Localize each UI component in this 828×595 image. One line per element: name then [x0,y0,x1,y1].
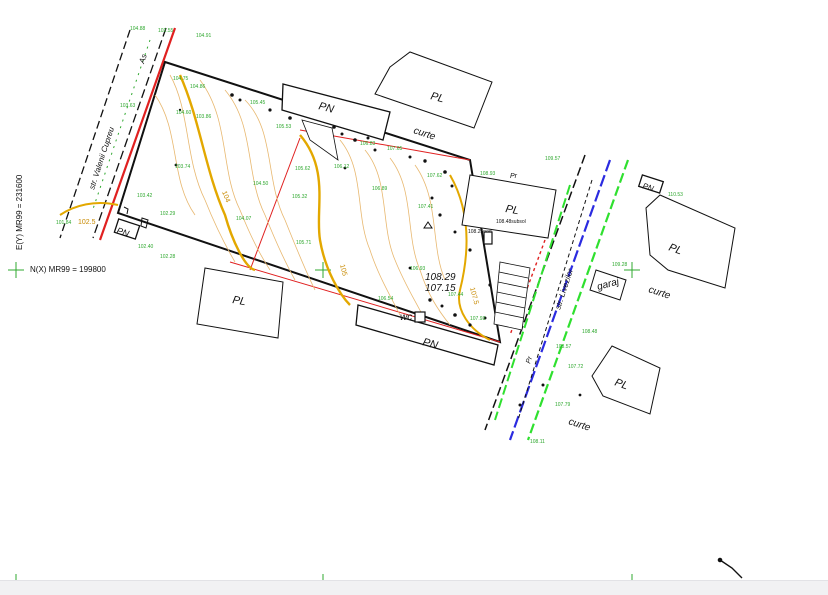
contour-label-105: 105 [338,264,348,277]
spot-height: 108.57 [556,344,572,350]
spot-height: 105.45 [250,100,266,106]
spot-height: 103.74 [175,164,191,170]
contour-label-102-5: 102.5 [78,219,96,226]
spot-height: 104.91 [196,33,212,39]
curte-label-bottom: curte [567,416,592,433]
spot-height: 104.75 [173,76,189,82]
spot-height: 108.93 [480,171,496,177]
bottom-status-bar [0,580,828,595]
spot-height: 105.71 [296,240,312,246]
spot-height: 109.57 [545,156,561,162]
coordinate-y-label: E(Y) MR99 = 231600 [15,174,24,250]
spot-height: 105.53 [276,124,292,130]
spot-height: 104.60 [176,110,192,116]
spot-heights: 104.91 104.88 104.75 103.63 102.55 104.8… [56,26,683,445]
spot-height: 102.40 [138,244,154,250]
spot-height: 102.55 [158,28,174,34]
spot-height: 102.29 [160,211,176,217]
spot-height: 107.93 [470,316,486,322]
spot-height: 104.07 [236,216,252,222]
spot-height: 105.62 [295,166,311,172]
wc-label: wc [400,312,412,323]
building-label-pl-main: PL [504,203,519,217]
left-street-lines [59,27,177,241]
coordinate-x-label: N(X) MR99 = 199800 [30,265,106,274]
right-street-label: str. Livezilor [553,267,575,310]
pn-label-bottom: PN [421,336,439,352]
curte-label-right: curte [647,284,672,301]
building-label-pl-left: PL [231,294,246,308]
spot-height: 106.54 [378,296,394,302]
spot-height: 110.53 [668,192,683,198]
spot-height: 105.32 [292,194,308,200]
spot-height: 106.93 [410,266,426,272]
spot-height: 106.12 [334,164,350,170]
spot-height: 106.83 [360,141,376,147]
spot-height: 107.65 [387,146,403,152]
spot-height: 104.88 [130,26,146,32]
spot-height: 103.63 [120,103,136,109]
curte-label-top: curte [412,125,437,142]
spot-height: 104.86 [190,84,206,90]
grid-crosshairs [8,262,640,586]
spot-height: 106.89 [372,186,388,192]
spot-height: 109.28 [612,262,628,268]
spot-height: 101.84 [56,220,72,226]
wc-building [414,311,426,323]
elevation-top: 108.29 [425,272,456,283]
spot-height: 102.28 [160,254,176,260]
topographic-site-plan: E(Y) MR99 = 231600 N(X) MR99 = 199800 st… [8,26,743,586]
spot-height: 108.11 [530,439,545,445]
left-street-label: str. Valenii Cupreu [87,125,116,190]
vegetation-dots [174,93,582,407]
pr-label-upper: Pr [510,173,518,180]
spot-height: 107.44 [448,292,464,298]
spot-height: 103.42 [137,193,153,199]
as-label: As [137,53,149,66]
spot-height: 107.79 [555,402,571,408]
spot-height: 107.62 [427,173,443,179]
spot-height: 104.50 [253,181,269,187]
spot-height: 108.48 [582,329,598,335]
spot-height: 107.72 [568,364,584,370]
spot-height: 107.41 [418,204,434,210]
building-note-upper: 108.48subsol [496,219,526,225]
pr-label-lower: Pr [525,355,534,364]
contour-label-104: 104 [220,190,231,204]
spot-height: 103.86 [196,114,212,120]
contour-label-107-5: 107.5 [468,287,479,306]
